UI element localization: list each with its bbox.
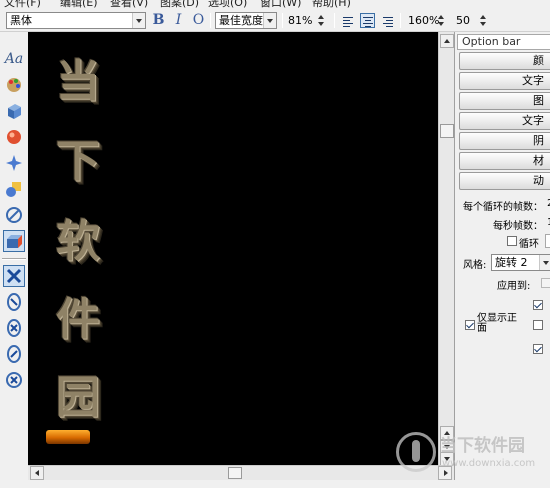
- option-bar-title: Option bar: [457, 34, 550, 50]
- zoom-spinner[interactable]: [316, 12, 328, 29]
- apply-to-label: 应用到:: [497, 281, 531, 292]
- glyph-1: 当: [56, 56, 100, 107]
- align-center-button[interactable]: [360, 13, 375, 28]
- menu-file[interactable]: 文件(F): [4, 0, 41, 8]
- glyph-2: 下: [56, 136, 100, 187]
- frames-per-loop-label: 每个循环的帧数：: [463, 202, 543, 213]
- vertical-scroll-thumb[interactable]: [440, 124, 454, 138]
- glyph-3: 软: [56, 216, 100, 267]
- image-button[interactable]: 图: [459, 92, 550, 110]
- style-value: 旋转 2: [495, 256, 528, 269]
- glyph-edge-highlight: [46, 430, 90, 444]
- menu-help[interactable]: 帮助(H): [312, 0, 351, 8]
- sphere-icon[interactable]: [3, 126, 25, 148]
- chevron-down-icon: [263, 13, 276, 28]
- wrench-icon[interactable]: [3, 204, 25, 226]
- motion-arc-icon[interactable]: [3, 291, 25, 313]
- glyph-4: 件: [56, 294, 100, 345]
- frames-per-second-label: 每秒帧数：: [493, 221, 543, 232]
- outline-button[interactable]: O: [190, 12, 207, 29]
- italic-button[interactable]: I: [170, 12, 187, 29]
- option-checkbox-2[interactable]: [533, 320, 543, 330]
- toolbar-separator: [334, 13, 335, 28]
- font-family-select[interactable]: 黑体: [6, 12, 146, 29]
- option-checkbox-3[interactable]: [533, 344, 543, 354]
- style-select[interactable]: 旋转 2: [491, 254, 550, 271]
- menu-window[interactable]: 窗口(W): [260, 0, 301, 8]
- status-bar: [0, 480, 550, 488]
- bold-button[interactable]: B: [150, 12, 167, 29]
- text-style-button[interactable]: 文字: [459, 112, 550, 130]
- shapes-icon[interactable]: [3, 178, 25, 200]
- motion-spin-icon[interactable]: [3, 317, 25, 339]
- box-3d-icon[interactable]: [3, 100, 25, 122]
- front-only-checkbox[interactable]: [465, 320, 475, 330]
- render-canvas[interactable]: 当 下 软 件 园: [28, 32, 438, 465]
- toolbar-separator: [282, 13, 283, 28]
- loop-label: 循环: [519, 239, 539, 250]
- scroll-up-icon[interactable]: [440, 34, 454, 48]
- option-bar-panel: Option bar 颜 文字 图 文字 阴 材 动 每个循环的帧数： 2 每秒…: [454, 32, 550, 480]
- spacing-value: 160%: [408, 14, 440, 27]
- menu-edit[interactable]: 编辑(E): [60, 0, 98, 8]
- menu-view[interactable]: 查看(V): [110, 0, 148, 8]
- option-checkbox-1[interactable]: [533, 300, 543, 310]
- font-family-value: 黑体: [10, 14, 32, 27]
- style-label: 风格:: [463, 260, 487, 271]
- scroll-up-icon[interactable]: [440, 426, 454, 440]
- animation-tool-icon[interactable]: [3, 230, 25, 252]
- glyph-5: 园: [56, 372, 100, 423]
- horizontal-scroll-thumb[interactable]: [228, 467, 242, 479]
- scroll-end-icon[interactable]: [440, 452, 454, 466]
- menu-bar: 文件(F) 编辑(E) 查看(V) 图案(D) 选项(O) 窗口(W) 帮助(H…: [0, 0, 550, 8]
- motion-wave-icon[interactable]: [3, 369, 25, 391]
- material-button[interactable]: 材: [459, 152, 550, 170]
- toolbar-separator: [210, 13, 211, 28]
- color-button[interactable]: 颜: [459, 52, 550, 70]
- motion-x-icon[interactable]: [3, 265, 25, 287]
- chevron-down-icon: [539, 255, 550, 270]
- loop-checkbox[interactable]: [507, 236, 517, 246]
- scroll-left-icon[interactable]: [30, 466, 44, 480]
- motion-swing-icon[interactable]: [3, 343, 25, 365]
- menu-pattern[interactable]: 图案(D): [160, 0, 199, 8]
- tool-separator: [2, 258, 26, 260]
- zoom-value: 81%: [288, 14, 313, 27]
- align-left-button[interactable]: [340, 13, 355, 28]
- width-mode-select[interactable]: 最佳宽度: [215, 12, 277, 29]
- format-toolbar: 黑体 B I O 最佳宽度 81% 160% 50: [0, 8, 550, 32]
- palette-icon[interactable]: [3, 74, 25, 96]
- apply-to-checkbox[interactable]: [541, 278, 550, 288]
- horizontal-scrollbar[interactable]: [28, 465, 454, 480]
- align-right-button[interactable]: [380, 13, 395, 28]
- text-button[interactable]: 文字: [459, 72, 550, 90]
- shadow-button[interactable]: 阴: [459, 132, 550, 150]
- menu-options[interactable]: 选项(O): [208, 0, 247, 8]
- size-spinner[interactable]: [478, 12, 490, 29]
- loop-count-field[interactable]: [545, 234, 550, 248]
- size-value: 50: [456, 14, 470, 27]
- vertical-scrollbar[interactable]: [438, 32, 454, 466]
- spacing-spinner[interactable]: [436, 12, 448, 29]
- left-tool-strip: Aa: [0, 32, 28, 480]
- width-mode-value: 最佳宽度: [219, 14, 263, 27]
- chevron-down-icon: [132, 13, 145, 28]
- scroll-right-icon[interactable]: [438, 466, 452, 480]
- light-icon[interactable]: [3, 152, 25, 174]
- toolbar-separator: [400, 13, 401, 28]
- front-only-label: 仅显示正面: [477, 313, 517, 334]
- animation-button[interactable]: 动: [459, 172, 550, 190]
- font-tool[interactable]: Aa: [3, 48, 25, 70]
